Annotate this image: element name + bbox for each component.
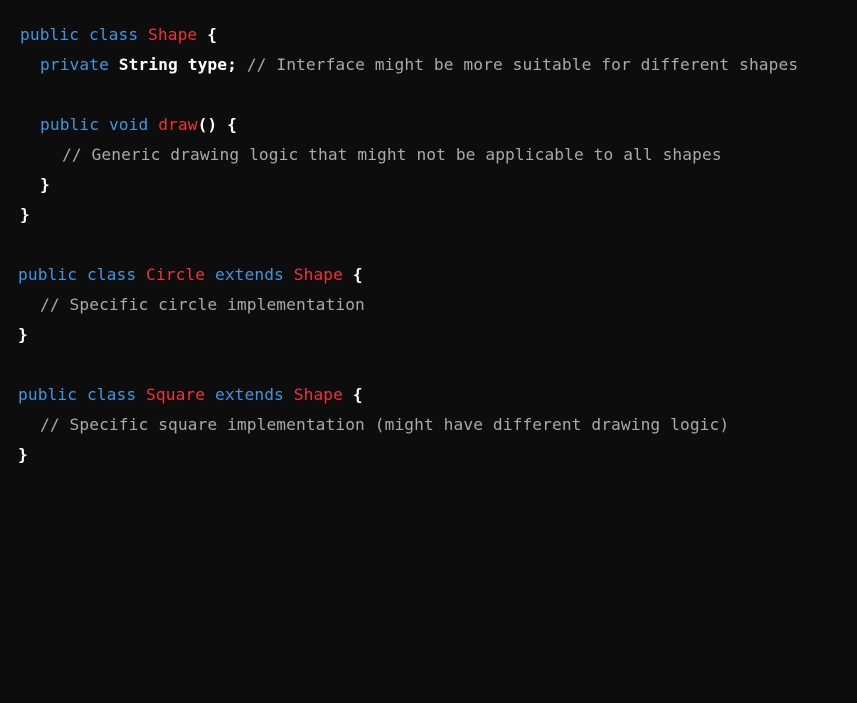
comment: // Specific circle implementation xyxy=(40,295,365,314)
code-line: // Generic drawing logic that might not … xyxy=(62,145,722,165)
code-line: // Specific square implementation (might… xyxy=(40,415,729,435)
brace: } xyxy=(40,175,50,194)
code-line: } xyxy=(20,205,30,225)
code-block: public class Shape { private String type… xyxy=(0,0,857,482)
code-line: public class Shape { xyxy=(20,25,217,45)
brace: { xyxy=(352,265,363,284)
code-line: private String type; // Interface might … xyxy=(40,55,798,75)
method-name: draw xyxy=(158,115,198,134)
keyword: class xyxy=(88,25,139,44)
comment: // Interface might be more suitable for … xyxy=(246,55,799,74)
code-line: } xyxy=(18,325,28,345)
keyword: public xyxy=(40,115,100,134)
brace: } xyxy=(20,205,30,224)
code-line: // Specific circle implementation xyxy=(40,295,365,315)
code-line: } xyxy=(40,175,50,195)
brace: } xyxy=(18,445,28,464)
code-line: public class Circle extends Shape { xyxy=(18,265,363,285)
keyword: extends xyxy=(214,385,284,404)
keyword: class xyxy=(86,385,137,404)
parent-class-name: Shape xyxy=(293,265,343,284)
keyword: class xyxy=(86,265,137,284)
keyword: void xyxy=(108,115,149,134)
brace: { xyxy=(207,25,217,44)
brace: { xyxy=(352,385,363,404)
keyword: private xyxy=(40,55,109,74)
code-line: } xyxy=(18,445,28,465)
keyword: public xyxy=(20,25,80,44)
keyword: extends xyxy=(214,265,284,284)
code-line: public void draw() { xyxy=(40,115,237,135)
field-name: type; xyxy=(187,55,237,74)
punctuation: () { xyxy=(197,115,237,134)
comment: // Specific square implementation (might… xyxy=(40,415,730,434)
comment: // Generic drawing logic that might not … xyxy=(62,145,722,164)
parent-class-name: Shape xyxy=(293,385,343,404)
class-name: Square xyxy=(146,385,206,404)
keyword: public xyxy=(18,265,78,284)
brace: } xyxy=(18,325,28,344)
type-name: String xyxy=(118,55,178,74)
code-line: public class Square extends Shape { xyxy=(18,385,363,405)
class-name: Circle xyxy=(146,265,206,284)
keyword: public xyxy=(18,385,78,404)
class-name: Shape xyxy=(148,25,198,44)
